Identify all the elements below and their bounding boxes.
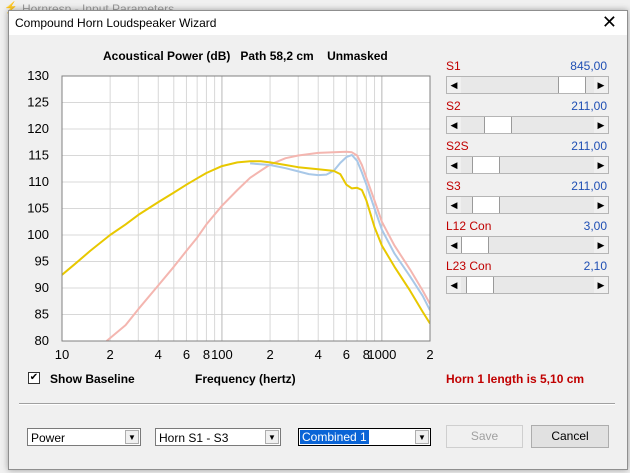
right-arrow-icon[interactable]: ▶ xyxy=(594,237,608,253)
y-tick-label: 120 xyxy=(27,121,49,136)
x-tick-label: 2 xyxy=(107,347,114,362)
y-tick-label: 115 xyxy=(28,148,49,163)
x-tick-label: 4 xyxy=(155,347,162,362)
slider-label: S2 xyxy=(446,99,461,113)
y-tick-label: 100 xyxy=(27,227,49,242)
slider-value: 211,00 xyxy=(571,99,607,113)
chevron-down-icon[interactable]: ▼ xyxy=(125,430,139,444)
horn-length-text: Horn 1 length is 5,10 cm xyxy=(446,372,585,386)
y-tick-label: 90 xyxy=(35,280,49,295)
slider-track[interactable]: ◀ ▶ xyxy=(446,116,609,134)
x-tick-label: 2 xyxy=(266,347,273,362)
slider-label: L12 Con xyxy=(446,219,492,233)
x-tick-label: 1000 xyxy=(367,347,396,362)
cancel-button[interactable]: Cancel xyxy=(531,425,609,448)
slider-label: S3 xyxy=(446,179,461,193)
right-arrow-icon[interactable]: ▶ xyxy=(594,117,608,133)
combined-value: Combined 1 xyxy=(300,430,369,444)
output-type-value: Power xyxy=(31,431,66,445)
slider-thumb[interactable] xyxy=(471,157,500,173)
right-arrow-icon[interactable]: ▶ xyxy=(594,197,608,213)
y-tick-label: 80 xyxy=(35,333,49,348)
slider-track[interactable]: ◀ ▶ xyxy=(446,76,609,94)
horn-range-dropdown[interactable]: Horn S1 - S3 ▼ xyxy=(155,428,281,446)
left-arrow-icon[interactable]: ◀ xyxy=(447,157,461,173)
slider-track[interactable]: ◀ ▶ xyxy=(446,156,609,174)
divider xyxy=(19,403,615,405)
wizard-dialog: Compound Horn Loudspeaker Wizard ✕ Acous… xyxy=(8,10,628,470)
show-baseline-checkbox[interactable]: ✔ xyxy=(28,372,40,384)
slider-track[interactable]: ◀ ▶ xyxy=(446,236,609,254)
close-icon[interactable]: ✕ xyxy=(602,12,617,32)
show-baseline-label[interactable]: Show Baseline xyxy=(50,372,135,386)
left-arrow-icon[interactable]: ◀ xyxy=(447,77,461,93)
x-tick-label: 10 xyxy=(55,347,69,362)
x-tick-label: 8 xyxy=(203,347,210,362)
slider-thumb[interactable] xyxy=(466,277,495,293)
x-tick-label: 6 xyxy=(183,347,190,362)
slider-value: 3,00 xyxy=(583,219,607,233)
x-tick-label: 4 xyxy=(315,347,322,362)
horn-range-value: Horn S1 - S3 xyxy=(159,431,229,445)
slider-label: L23 Con xyxy=(446,259,492,273)
slider-track[interactable]: ◀ ▶ xyxy=(446,196,609,214)
slider-value: 845,00 xyxy=(570,59,607,73)
combined-dropdown[interactable]: Combined 1 ▼ xyxy=(298,428,431,446)
acoustical-power-chart: 8085909510010511011512012513010 2 4 6 8 100 2 4… xyxy=(27,68,433,362)
y-tick-label: 85 xyxy=(35,307,49,322)
slider-value: 2,10 xyxy=(583,259,607,273)
output-type-dropdown[interactable]: Power ▼ xyxy=(27,428,141,446)
slider-track[interactable]: ◀ ▶ xyxy=(446,276,609,294)
x-tick-label: 6 xyxy=(343,347,350,362)
slider-value: 211,00 xyxy=(571,139,607,153)
x-axis-label: Frequency (hertz) xyxy=(195,372,296,386)
slider-value: 211,00 xyxy=(571,179,607,193)
slider-thumb[interactable] xyxy=(557,77,586,93)
slider-label: S1 xyxy=(446,59,461,73)
left-arrow-icon[interactable]: ◀ xyxy=(447,237,461,253)
x-tick-label: 2 xyxy=(426,347,433,362)
y-tick-label: 110 xyxy=(28,174,49,189)
slider-label: S2S xyxy=(446,139,469,153)
y-tick-label: 95 xyxy=(35,254,49,269)
y-tick-label: 105 xyxy=(27,201,49,216)
chevron-down-icon[interactable]: ▼ xyxy=(415,430,429,444)
left-arrow-icon[interactable]: ◀ xyxy=(447,117,461,133)
left-arrow-icon[interactable]: ◀ xyxy=(447,197,461,213)
y-tick-label: 125 xyxy=(27,95,49,110)
slider-thumb[interactable] xyxy=(471,197,500,213)
check-icon: ✔ xyxy=(29,372,39,383)
chevron-down-icon[interactable]: ▼ xyxy=(265,430,279,444)
right-arrow-icon[interactable]: ▶ xyxy=(594,77,608,93)
right-arrow-icon[interactable]: ▶ xyxy=(594,157,608,173)
save-button[interactable]: Save xyxy=(446,425,523,448)
left-arrow-icon[interactable]: ◀ xyxy=(447,277,461,293)
y-tick-label: 130 xyxy=(27,68,49,83)
x-tick-label: 100 xyxy=(211,347,233,362)
slider-thumb[interactable] xyxy=(484,117,513,133)
right-arrow-icon[interactable]: ▶ xyxy=(594,277,608,293)
slider-thumb[interactable] xyxy=(461,237,489,253)
